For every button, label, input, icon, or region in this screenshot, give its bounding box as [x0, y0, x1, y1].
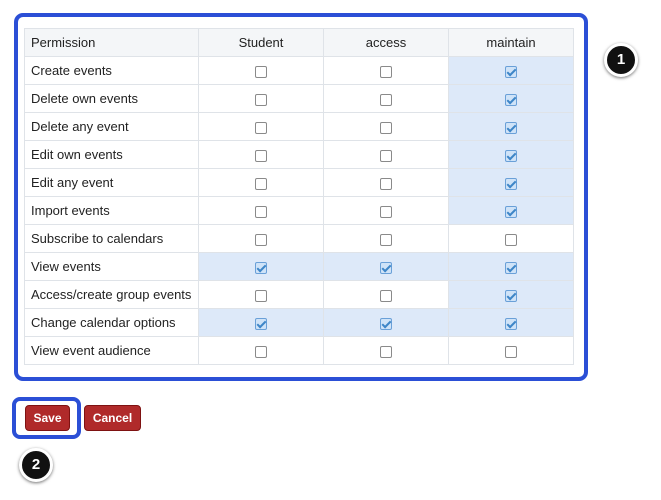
permission-checkbox-student[interactable] [255, 317, 267, 330]
table-row: Delete any event [24, 112, 574, 141]
permission-cell-maintain [448, 84, 574, 113]
permission-checkbox-student[interactable] [255, 149, 267, 162]
permission-cell-access [323, 168, 449, 197]
permission-checkbox-access[interactable] [380, 233, 392, 246]
permission-checkbox-student[interactable] [255, 177, 267, 190]
permission-cell-student [198, 280, 324, 309]
permission-cell-maintain [448, 140, 574, 169]
permission-cell-access [323, 336, 449, 365]
permission-cell-access [323, 252, 449, 281]
table-header-row: Permission Student access maintain [24, 28, 574, 57]
permission-checkbox-maintain[interactable] [505, 233, 517, 246]
permission-checkbox-maintain[interactable] [505, 121, 517, 134]
permission-cell-maintain [448, 280, 574, 309]
permission-label: View event audience [24, 336, 199, 365]
permission-cell-student [198, 140, 324, 169]
permission-checkbox-student[interactable] [255, 345, 267, 358]
permission-checkbox-access[interactable] [380, 93, 392, 106]
permission-checkbox-student[interactable] [255, 121, 267, 134]
permission-label: Subscribe to calendars [24, 224, 199, 253]
permission-checkbox-maintain[interactable] [505, 93, 517, 106]
table-row: View event audience [24, 336, 574, 365]
permission-checkbox-maintain[interactable] [505, 261, 517, 274]
permission-cell-access [323, 224, 449, 253]
permission-label: Edit any event [24, 168, 199, 197]
column-header-access: access [323, 28, 449, 57]
permission-checkbox-access[interactable] [380, 289, 392, 302]
table-row: View events [24, 252, 574, 281]
permission-cell-access [323, 140, 449, 169]
permission-cell-maintain [448, 112, 574, 141]
permission-checkbox-access[interactable] [380, 65, 392, 78]
permission-checkbox-access[interactable] [380, 345, 392, 358]
permission-checkbox-access[interactable] [380, 261, 392, 274]
permission-label: Create events [24, 56, 199, 85]
permission-label: Change calendar options [24, 308, 199, 337]
permission-label: Delete own events [24, 84, 199, 113]
permission-checkbox-access[interactable] [380, 149, 392, 162]
permission-cell-student [198, 84, 324, 113]
permission-checkbox-maintain[interactable] [505, 345, 517, 358]
permission-cell-student [198, 56, 324, 85]
permission-checkbox-access[interactable] [380, 205, 392, 218]
permission-checkbox-maintain[interactable] [505, 177, 517, 190]
permission-cell-maintain [448, 336, 574, 365]
table-row: Change calendar options [24, 308, 574, 337]
permissions-table: Permission Student access maintain Creat… [24, 28, 574, 365]
table-row: Edit any event [24, 168, 574, 197]
permission-checkbox-maintain[interactable] [505, 205, 517, 218]
save-button[interactable]: Save [25, 405, 70, 431]
permission-checkbox-maintain[interactable] [505, 149, 517, 162]
permission-label: View events [24, 252, 199, 281]
permission-label: Import events [24, 196, 199, 225]
permission-cell-maintain [448, 224, 574, 253]
permission-cell-access [323, 280, 449, 309]
permission-cell-maintain [448, 168, 574, 197]
permission-cell-maintain [448, 56, 574, 85]
permission-checkbox-student[interactable] [255, 93, 267, 106]
permission-cell-access [323, 56, 449, 85]
permission-label: Access/create group events [24, 280, 199, 309]
permission-cell-student [198, 112, 324, 141]
permission-cell-access [323, 84, 449, 113]
permission-label: Delete any event [24, 112, 199, 141]
step-2-callout: 2 [19, 448, 53, 482]
permission-cell-access [323, 308, 449, 337]
table-row: Import events [24, 196, 574, 225]
permission-cell-student [198, 196, 324, 225]
permission-checkbox-maintain[interactable] [505, 289, 517, 302]
permission-cell-access [323, 112, 449, 141]
permission-checkbox-student[interactable] [255, 261, 267, 274]
permission-checkbox-access[interactable] [380, 121, 392, 134]
permission-checkbox-access[interactable] [380, 177, 392, 190]
permission-checkbox-student[interactable] [255, 289, 267, 302]
permission-cell-maintain [448, 252, 574, 281]
permission-checkbox-maintain[interactable] [505, 317, 517, 330]
column-header-maintain: maintain [448, 28, 574, 57]
permission-cell-maintain [448, 308, 574, 337]
column-header-student: Student [198, 28, 324, 57]
step-1-callout: 1 [604, 43, 638, 77]
permission-cell-maintain [448, 196, 574, 225]
permission-cell-student [198, 168, 324, 197]
permission-cell-access [323, 196, 449, 225]
permission-cell-student [198, 252, 324, 281]
permission-checkbox-student[interactable] [255, 65, 267, 78]
permission-cell-student [198, 308, 324, 337]
permission-label: Edit own events [24, 140, 199, 169]
table-row: Create events [24, 56, 574, 85]
permission-cell-student [198, 336, 324, 365]
permission-checkbox-student[interactable] [255, 205, 267, 218]
table-row: Delete own events [24, 84, 574, 113]
table-row: Edit own events [24, 140, 574, 169]
cancel-button[interactable]: Cancel [84, 405, 141, 431]
permission-checkbox-maintain[interactable] [505, 65, 517, 78]
table-row: Access/create group events [24, 280, 574, 309]
permission-cell-student [198, 224, 324, 253]
column-header-permission: Permission [24, 28, 199, 57]
table-row: Subscribe to calendars [24, 224, 574, 253]
permission-checkbox-access[interactable] [380, 317, 392, 330]
permission-checkbox-student[interactable] [255, 233, 267, 246]
